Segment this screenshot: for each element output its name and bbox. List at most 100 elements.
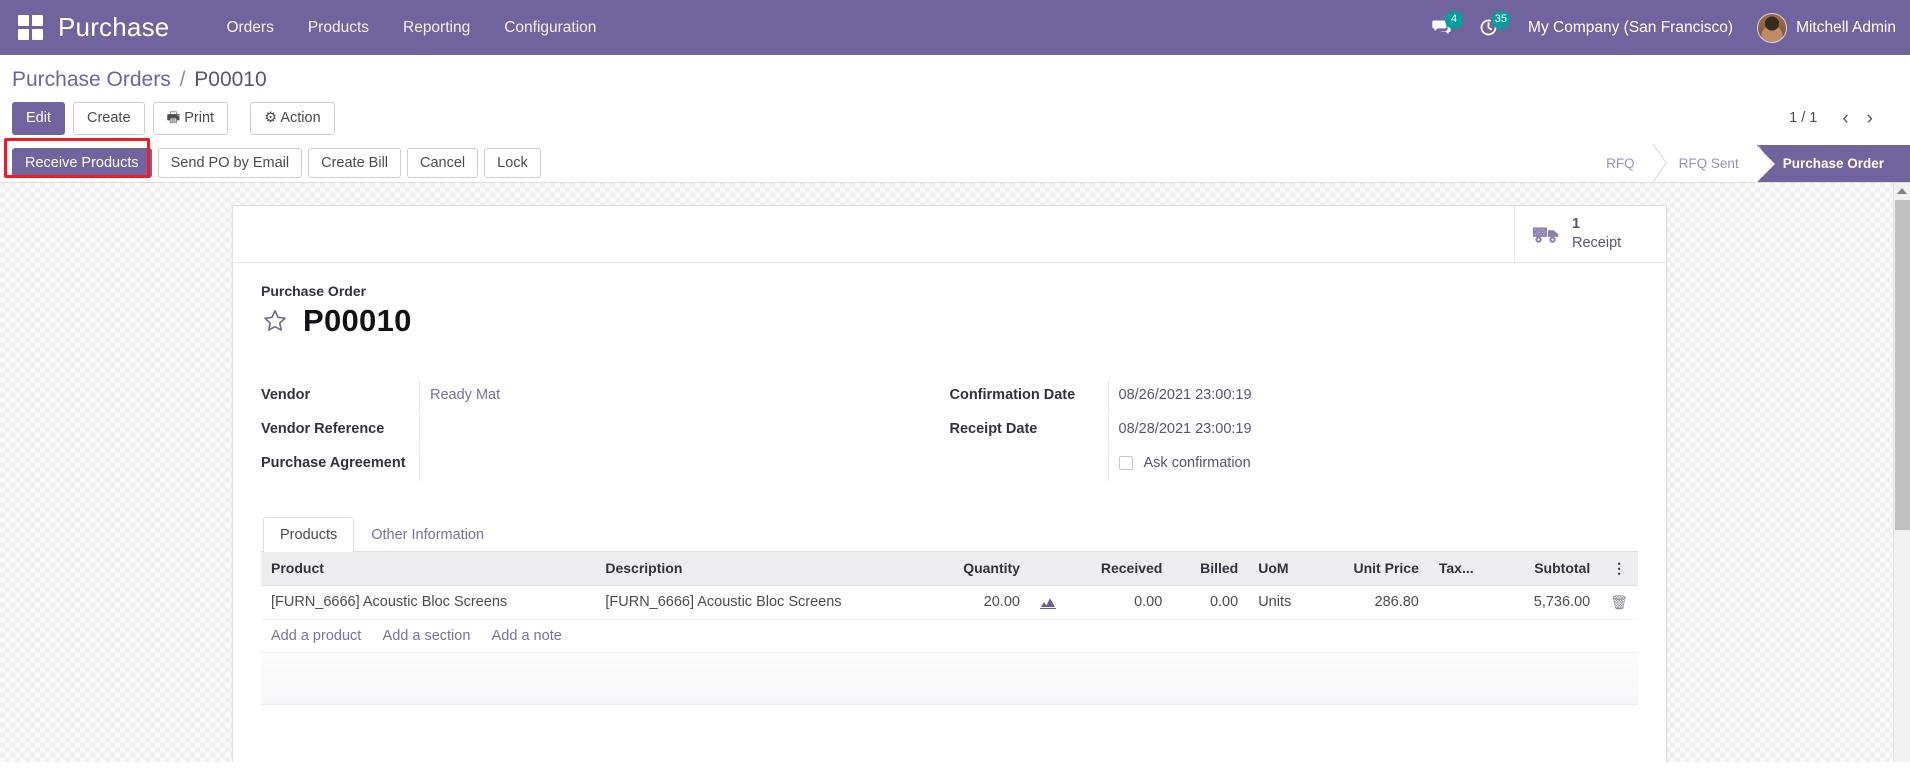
cell-unit-price[interactable]: 286.80	[1317, 585, 1429, 620]
receipt-date-label: Receipt Date	[949, 420, 1038, 437]
status-stage-rfq[interactable]: RFQ	[1580, 144, 1653, 182]
activities-menu[interactable]: 35	[1465, 0, 1512, 55]
status-stage-rfq-sent[interactable]: RFQ Sent	[1652, 144, 1757, 182]
form-fields-grid: Vendor Ready Mat Vendor Reference Purcha…	[261, 380, 1638, 483]
receive-products-button[interactable]: Receive Products	[12, 147, 152, 179]
col-description[interactable]: Description	[595, 551, 930, 586]
print-button[interactable]: 🖶 Print	[152, 102, 229, 135]
cell-quantity[interactable]: 20.00	[929, 585, 1030, 620]
purchase-agreement-field[interactable]	[419, 448, 910, 481]
messages-menu[interactable]: 4	[1418, 0, 1465, 55]
totals-placeholder-block	[261, 652, 1638, 705]
top-navbar: Purchase Orders Products Reporting Confi…	[0, 0, 1910, 55]
vendor-reference-field[interactable]	[419, 414, 910, 447]
activities-count-badge: 35	[1491, 11, 1511, 29]
messages-count-badge: 4	[1445, 11, 1464, 29]
scroll-up-arrow-icon[interactable]	[1897, 187, 1907, 194]
confirmation-date-row: Confirmation Date 08/26/2021 23:00:19	[950, 380, 1599, 415]
app-brand-purchase[interactable]: Purchase	[58, 12, 169, 43]
cell-delete[interactable]: 🗑	[1600, 585, 1638, 620]
ask-confirmation-checkbox-row: Ask confirmation	[1118, 455, 1599, 471]
pager-value: 1 / 1	[1789, 110, 1818, 127]
table-header-row: Product Description Quantity Received Bi…	[261, 551, 1638, 586]
status-stages: RFQ RFQ Sent Purchase Order	[1580, 144, 1910, 183]
pager-next-icon[interactable]: ›	[1860, 109, 1880, 128]
order-lines-table: Product Description Quantity Received Bi…	[261, 551, 1638, 653]
user-menu[interactable]: Mitchell Admin	[1749, 12, 1896, 43]
col-taxes[interactable]: Tax...	[1428, 551, 1501, 586]
cell-subtotal[interactable]: 5,736.00	[1500, 585, 1601, 620]
send-po-by-email-button[interactable]: Send PO by Email	[157, 147, 303, 179]
ask-confirmation-checkbox[interactable]	[1118, 455, 1133, 470]
ask-confirmation-label[interactable]: Ask confirmation	[1144, 455, 1251, 471]
record-title-row: P00010	[261, 303, 1638, 339]
avatar	[1757, 12, 1788, 43]
cancel-button[interactable]: Cancel	[407, 147, 479, 179]
action-button[interactable]: ⚙ Action	[250, 102, 335, 135]
status-stage-purchase-order[interactable]: Purchase Order	[1755, 144, 1910, 183]
col-subtotal[interactable]: Subtotal	[1500, 551, 1601, 586]
printer-icon: 🖶	[166, 110, 181, 126]
content-area: 1 Receipt Purchase Order P00010 Vendor R…	[0, 182, 1910, 762]
receipt-stat-button[interactable]: 1 Receipt	[1514, 205, 1666, 262]
add-links-row: Add a product Add a section Add a note	[261, 619, 1638, 653]
bar-chart-icon[interactable]	[1039, 595, 1056, 610]
stat-buttons-box: 1 Receipt	[233, 205, 1666, 263]
create-button[interactable]: Create	[73, 102, 145, 135]
cell-product[interactable]: [FURN_6666] Acoustic Bloc Screens	[261, 585, 596, 620]
nav-menu-products[interactable]: Products	[291, 0, 386, 55]
ask-confirmation-cell: Ask confirmation	[1107, 448, 1599, 481]
add-links-cell: Add a product Add a section Add a note	[261, 619, 1638, 653]
lock-button[interactable]: Lock	[484, 147, 541, 179]
vendor-label: Vendor	[261, 386, 311, 403]
nav-menu-reporting[interactable]: Reporting	[386, 0, 487, 55]
tab-other-information[interactable]: Other Information	[354, 517, 501, 552]
col-product[interactable]: Product	[261, 551, 596, 586]
statusbar-row: Receive Products Send PO by Email Create…	[0, 137, 1910, 183]
cell-description[interactable]: [FURN_6666] Acoustic Bloc Screens	[595, 585, 930, 620]
col-uom[interactable]: UoM	[1248, 551, 1318, 586]
add-a-section-link[interactable]: Add a section	[383, 628, 471, 644]
cell-received[interactable]: 0.00	[1065, 585, 1173, 620]
sheet-body: Purchase Order P00010 Vendor Ready Mat V…	[233, 263, 1666, 715]
nav-menu-configuration[interactable]: Configuration	[487, 0, 613, 55]
vendor-reference-row: Vendor Reference	[261, 414, 910, 449]
form-sheet: 1 Receipt Purchase Order P00010 Vendor R…	[232, 204, 1667, 762]
cell-uom[interactable]: Units	[1248, 585, 1318, 620]
cell-taxes[interactable]	[1428, 585, 1501, 620]
create-bill-button[interactable]: Create Bill	[308, 147, 402, 179]
table-row[interactable]: [FURN_6666] Acoustic Bloc Screens [FURN_…	[261, 585, 1638, 620]
tab-products[interactable]: Products	[263, 516, 355, 552]
add-a-note-link[interactable]: Add a note	[492, 628, 562, 644]
vendor-field[interactable]: Ready Mat	[419, 380, 910, 413]
col-unit-price[interactable]: Unit Price	[1317, 551, 1429, 586]
scrollbar-thumb[interactable]	[1895, 199, 1910, 530]
purchase-agreement-row: Purchase Agreement	[261, 448, 910, 483]
vertical-scrollbar[interactable]	[1893, 182, 1910, 762]
action-button-label: Action	[280, 110, 321, 126]
star-outline-icon[interactable]	[261, 307, 289, 335]
breadcrumb-separator: /	[179, 68, 186, 91]
col-received[interactable]: Received	[1065, 551, 1173, 586]
col-options-icon[interactable]: ⋮	[1600, 551, 1638, 586]
trash-icon[interactable]: 🗑	[1610, 594, 1628, 610]
breadcrumb-item-purchase-orders[interactable]: Purchase Orders	[12, 68, 171, 91]
col-billed[interactable]: Billed	[1172, 551, 1249, 586]
workflow-buttons: Receive Products Send PO by Email Create…	[0, 145, 547, 182]
apps-grid-icon[interactable]	[18, 14, 44, 41]
col-quantity[interactable]: Quantity	[929, 551, 1030, 586]
cell-billed[interactable]: 0.00	[1172, 585, 1249, 620]
notebook-tabs: Products Other Information	[261, 516, 1638, 552]
confirmation-date-field[interactable]: 08/26/2021 23:00:19	[1107, 380, 1599, 413]
nav-menu-orders[interactable]: Orders	[209, 0, 290, 55]
control-panel-buttons: Edit Create 🖶 Print ⚙ Action 1 / 1 ‹ ›	[0, 98, 1910, 145]
add-a-product-link[interactable]: Add a product	[271, 628, 361, 644]
breadcrumb-item-current: P00010	[194, 68, 267, 91]
receipt-stat-text: 1 Receipt	[1572, 215, 1621, 251]
order-lines-body: [FURN_6666] Acoustic Bloc Screens [FURN_…	[261, 585, 1638, 653]
company-switcher[interactable]: My Company (San Francisco)	[1512, 19, 1749, 37]
edit-button[interactable]: Edit	[12, 102, 65, 135]
cell-forecast[interactable]	[1029, 585, 1066, 620]
pager-previous-icon[interactable]: ‹	[1835, 109, 1855, 128]
receipt-date-field[interactable]: 08/28/2021 23:00:19	[1107, 414, 1599, 447]
